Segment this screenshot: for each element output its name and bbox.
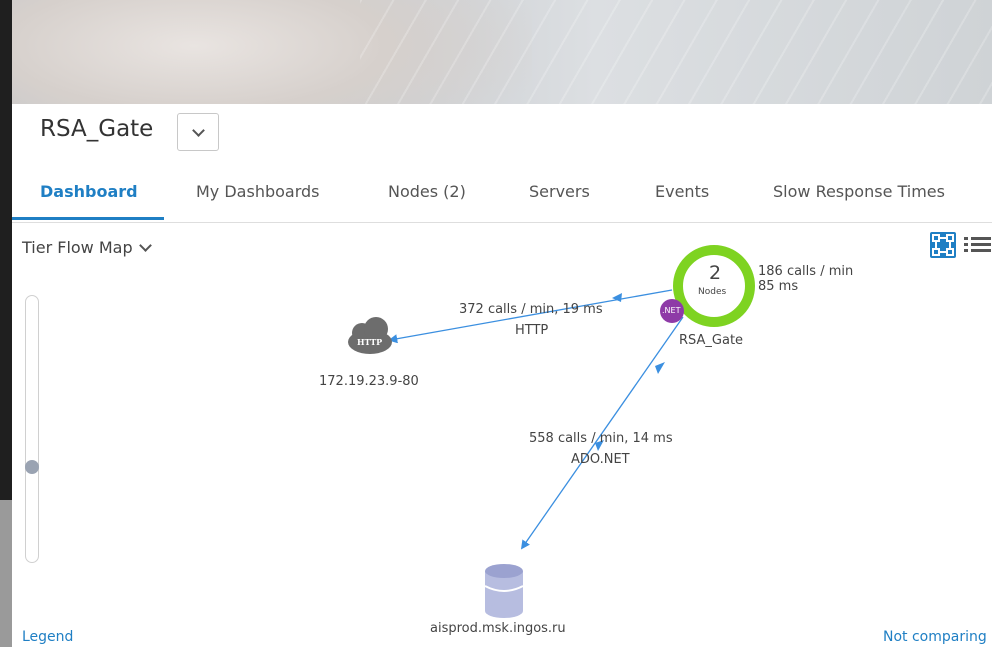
database-icon[interactable] — [484, 564, 524, 618]
tier-node-count: 2 — [709, 262, 722, 284]
flow-map-canvas — [348, 245, 755, 618]
header-banner — [0, 0, 992, 104]
db-edge-calls: 558 calls / min, 14 ms — [529, 431, 673, 446]
http-backend-name[interactable]: 172.19.23.9-80 — [319, 374, 419, 389]
http-edge-protocol: HTTP — [515, 323, 549, 338]
left-edge — [0, 104, 12, 500]
http-cloud-label: HTTP — [357, 337, 383, 347]
tier-node-ring[interactable] — [673, 245, 755, 327]
incoming-response-time: 85 ms — [758, 279, 799, 294]
tier-node-count-label: Nodes — [698, 287, 727, 297]
dotnet-badge-text: .NET — [662, 306, 681, 315]
legend-link[interactable]: Legend — [22, 629, 73, 645]
http-edge-calls: 372 calls / min, 19 ms — [459, 302, 603, 317]
comparison-status[interactable]: Not comparing — [883, 629, 987, 645]
db-edge-protocol: ADO.NET — [571, 452, 630, 467]
banner-left-edge — [0, 0, 12, 104]
banner-pattern — [360, 0, 992, 104]
left-edge-lower — [0, 500, 12, 647]
db-backend-name[interactable]: aisprod.msk.ingos.ru — [430, 621, 566, 636]
incoming-calls: 186 calls / min — [758, 264, 854, 279]
application-dashboard: RSA_Gate Dashboard My Dashboards Nodes (… — [12, 104, 992, 647]
tier-node-name[interactable]: RSA_Gate — [679, 333, 743, 348]
edge-arrow-icon — [655, 362, 665, 374]
http-cloud-icon[interactable] — [348, 317, 392, 354]
